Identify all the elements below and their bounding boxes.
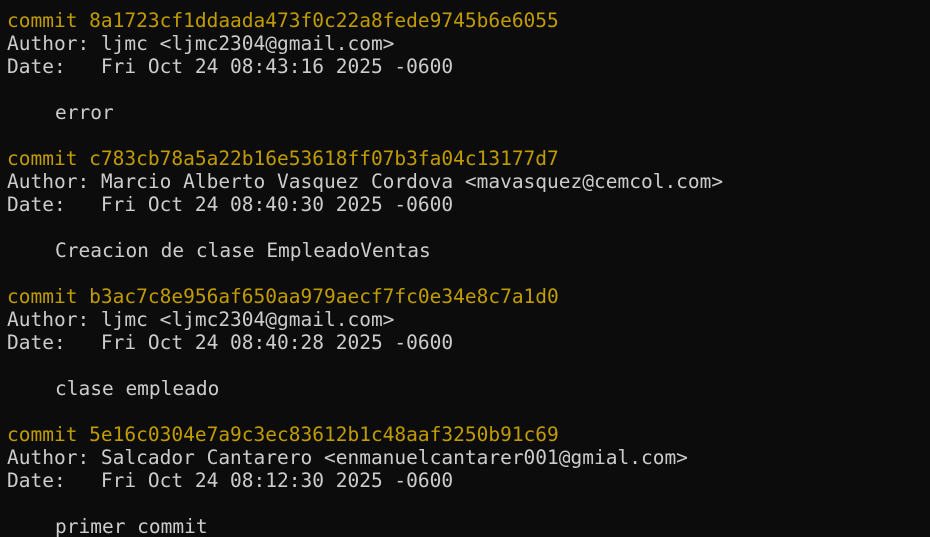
commit-entry: commit 5e16c0304e7a9c3ec83612b1c48aaf325… (7, 423, 930, 537)
terminal-window[interactable]: commit 8a1723cf1ddaada473f0c22a8fede9745… (0, 0, 930, 537)
commit-author-line: Author: ljmc <ljmc2304@gmail.com> (7, 32, 395, 55)
commit-entry: commit 8a1723cf1ddaada473f0c22a8fede9745… (7, 9, 930, 147)
commit-message: Creacion de clase EmpleadoVentas (55, 239, 431, 262)
commit-message: primer commit (55, 515, 208, 537)
commit-entry: commit c783cb78a5a22b16e53618ff07b3fa04c… (7, 147, 930, 285)
commit-date-line: Date: Fri Oct 24 08:40:30 2025 -0600 (7, 193, 454, 216)
commit-date-line: Date: Fri Oct 24 08:43:16 2025 -0600 (7, 55, 454, 78)
commit-hash-line: commit 8a1723cf1ddaada473f0c22a8fede9745… (7, 9, 559, 32)
commit-hash-line: commit 5e16c0304e7a9c3ec83612b1c48aaf325… (7, 423, 559, 446)
commit-date-line: Date: Fri Oct 24 08:12:30 2025 -0600 (7, 469, 454, 492)
commit-author-line: Author: ljmc <ljmc2304@gmail.com> (7, 308, 395, 331)
commit-message: error (55, 101, 114, 124)
commit-author-line: Author: Salcador Cantarero <enmanuelcant… (7, 446, 688, 469)
commit-message: clase empleado (55, 377, 220, 400)
commit-hash-line: commit c783cb78a5a22b16e53618ff07b3fa04c… (7, 147, 559, 170)
commit-author-line: Author: Marcio Alberto Vasquez Cordova <… (7, 170, 724, 193)
commit-date-line: Date: Fri Oct 24 08:40:28 2025 -0600 (7, 331, 454, 354)
commit-entry: commit b3ac7c8e956af650aa979aecf7fc0e34e… (7, 285, 930, 423)
commit-hash-line: commit b3ac7c8e956af650aa979aecf7fc0e34e… (7, 285, 559, 308)
